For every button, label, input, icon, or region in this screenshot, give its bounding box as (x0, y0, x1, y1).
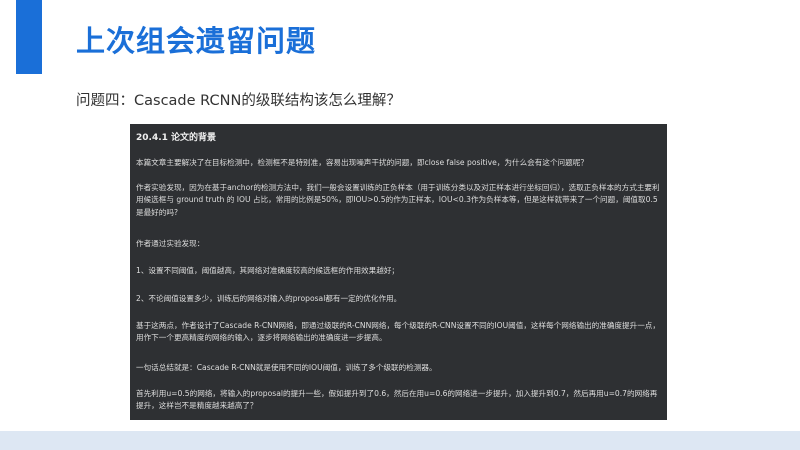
excerpt-paragraph-5: 2、不论阈值设置多少，训练后的网络对输入的proposal都有一定的优化作用。 (136, 294, 402, 303)
question-text: 问题四：Cascade RCNN的级联结构该怎么理解？ (76, 93, 401, 109)
excerpt-heading: 20.4.1 论文的背景 (136, 133, 217, 143)
excerpt-paragraph-1: 本篇文章主要解决了在目标检测中，检测框不是特别准，容易出现噪声干扰的问题，即cl… (136, 158, 588, 167)
excerpt-paragraph-7: 一句话总结就是：Cascade R-CNN就是使用不同的IOU阈值，训练了多个级… (136, 363, 437, 372)
excerpt-paragraph-4: 1、设置不同阈值，阈值越高，其网络对准确度较高的候选框的作用效果越好； (136, 266, 400, 275)
excerpt-paragraph-2: 作者实验发现，因为在基于anchor的检测方法中，我们一般会设置训练的正负样本（… (136, 183, 660, 217)
paper-excerpt-screenshot: 20.4.1 论文的背景 本篇文章主要解决了在目标检测中，检测框不是特别准，容易… (130, 124, 667, 420)
footer-band (0, 431, 800, 450)
slide-title: 上次组会遗留问题 (76, 24, 317, 58)
title-accent-bar (16, 0, 42, 74)
excerpt-paragraph-3: 作者通过实验发现： (136, 239, 205, 248)
excerpt-paragraph-6: 基于这两点，作者设计了Cascade R-CNN网络，即通过级联的R-CNN网络… (136, 321, 660, 343)
excerpt-paragraph-8: 首先利用u=0.5的网络，将输入的proposal的提升一些，假如提升到了0.6… (136, 389, 658, 411)
